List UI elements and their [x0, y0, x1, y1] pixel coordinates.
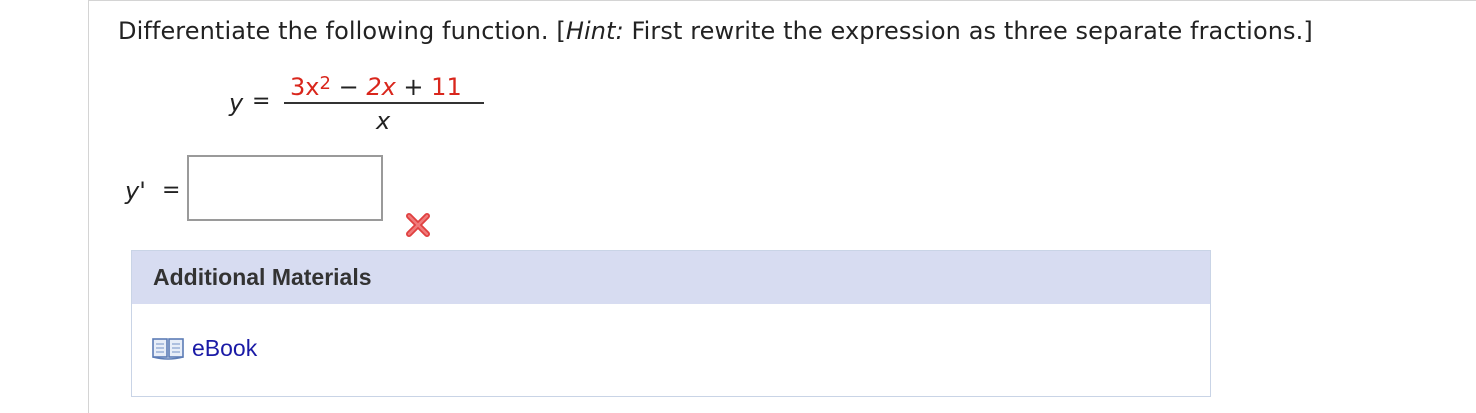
- numerator-term-a: 3x2: [290, 73, 331, 101]
- answer-label: y': [125, 177, 146, 205]
- answer-input[interactable]: [187, 155, 383, 221]
- materials-header: Additional Materials: [132, 251, 1210, 304]
- fraction-bar: [284, 102, 484, 104]
- question-prefix: Differentiate the following function. [: [118, 17, 566, 45]
- fraction-numerator: 3x2 − 2x + 11: [290, 73, 462, 101]
- numerator-term-b: 2x: [366, 73, 396, 101]
- equation-lhs: y: [229, 89, 244, 117]
- top-divider: [88, 0, 1476, 1]
- equation-equals: =: [252, 89, 271, 114]
- additional-materials-panel: Additional Materials eBook: [131, 250, 1211, 397]
- ebook-label: eBook: [192, 335, 258, 361]
- numerator-term-c: 11: [431, 73, 462, 101]
- left-divider: [88, 0, 89, 413]
- numerator-plus: +: [395, 73, 432, 101]
- ebook-link[interactable]: eBook: [152, 335, 257, 362]
- incorrect-x-icon: [406, 213, 430, 237]
- hint-text: First rewrite the expression as three se…: [623, 17, 1313, 45]
- numerator-minus: −: [330, 73, 367, 101]
- fraction-denominator: x: [376, 107, 391, 135]
- question-text: Differentiate the following function. [H…: [118, 17, 1313, 45]
- hint-label: Hint:: [565, 17, 624, 45]
- book-icon: [152, 337, 184, 360]
- answer-equals: =: [162, 178, 181, 203]
